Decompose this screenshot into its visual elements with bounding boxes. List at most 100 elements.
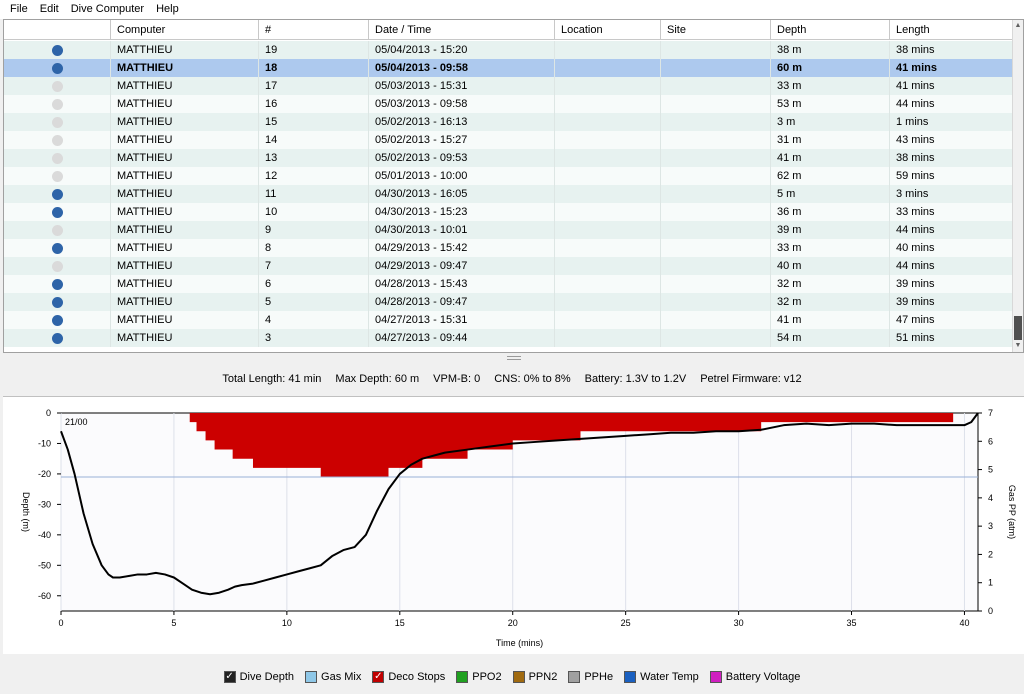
table-row[interactable]: MATTHIEU 11 04/30/2013 - 16:05 5 m 3 mins <box>4 185 1014 203</box>
y-axis-label: Depth (m) <box>21 492 31 532</box>
computer-cell: MATTHIEU <box>111 329 259 347</box>
menu-file[interactable]: File <box>4 0 34 19</box>
datetime-cell: 04/27/2013 - 09:44 <box>369 329 555 347</box>
legend-item-ppn2[interactable]: PPN2 <box>512 671 557 683</box>
location-cell <box>555 203 661 221</box>
dive-profile-chart[interactable]: 0 5 10 15 20 25 30 35 40 0 -10 -20 -30 -40 -50 -60 0 1 2 3 4… <box>3 396 1024 654</box>
number-cell: 15 <box>259 113 369 131</box>
chart-svg: 0 5 10 15 20 25 30 35 40 0 -10 -20 -30 -40 -50 -60 0 1 2 3 4… <box>21 408 1017 648</box>
table-row[interactable]: MATTHIEU 4 04/27/2013 - 15:31 41 m 47 mins <box>4 311 1014 329</box>
scroll-down-arrow-icon[interactable]: ▼ <box>1013 340 1023 352</box>
column-header-length[interactable]: Length <box>890 20 1014 40</box>
table-row[interactable]: MATTHIEU 6 04/28/2013 - 15:43 32 m 39 mins <box>4 275 1014 293</box>
legend-item-deco-stops[interactable]: ✓ Deco Stops <box>372 671 445 683</box>
number-cell: 11 <box>259 185 369 203</box>
scroll-up-arrow-icon[interactable]: ▲ <box>1013 20 1023 32</box>
table-row[interactable]: MATTHIEU 8 04/29/2013 - 15:42 33 m 40 mins <box>4 239 1014 257</box>
datetime-cell: 05/03/2013 - 09:58 <box>369 95 555 113</box>
legend-checkbox-icon[interactable] <box>456 671 469 683</box>
legend-checkbox-icon[interactable] <box>305 671 318 683</box>
status-dot-blue-icon <box>51 314 63 326</box>
scroll-thumb[interactable] <box>1014 316 1022 340</box>
depth-cell: 62 m <box>771 167 890 185</box>
legend-item-water-temp[interactable]: Water Temp <box>624 671 699 683</box>
menu-dive-computer[interactable]: Dive Computer <box>65 0 150 19</box>
datetime-cell: 05/02/2013 - 15:27 <box>369 131 555 149</box>
site-cell <box>661 59 771 77</box>
splitter-grip-icon[interactable] <box>507 356 521 360</box>
legend-item-dive-depth[interactable]: ✓ Dive Depth <box>223 671 294 683</box>
x-tick-label: 15 <box>395 618 405 628</box>
y2-tick-label: 3 <box>988 521 993 531</box>
datetime-cell: 04/28/2013 - 15:43 <box>369 275 555 293</box>
column-header-number[interactable]: # <box>259 20 369 40</box>
column-header-status[interactable] <box>4 20 111 40</box>
y-tick-label: -50 <box>38 560 51 570</box>
menu-edit[interactable]: Edit <box>34 0 65 19</box>
status-dot-gray-icon <box>51 152 63 164</box>
legend-checkbox-icon[interactable]: ✓ <box>372 671 385 683</box>
site-cell <box>661 203 771 221</box>
y2-tick-label: 2 <box>988 549 993 559</box>
pane-splitter[interactable] <box>0 353 1024 363</box>
table-row[interactable]: MATTHIEU 9 04/30/2013 - 10:01 39 m 44 mins <box>4 221 1014 239</box>
site-cell <box>661 293 771 311</box>
table-row[interactable]: MATTHIEU 3 04/27/2013 - 09:44 54 m 51 mins <box>4 329 1014 347</box>
legend-item-battery-voltage[interactable]: Battery Voltage <box>709 671 800 683</box>
table-row[interactable]: MATTHIEU 12 05/01/2013 - 10:00 62 m 59 mins <box>4 167 1014 185</box>
y-tick-label: -20 <box>38 469 51 479</box>
length-cell: 43 mins <box>896 134 935 146</box>
legend-item-gas-mix[interactable]: Gas Mix <box>305 671 361 683</box>
table-row[interactable]: MATTHIEU 19 05/04/2013 - 15:20 38 m 38 mins <box>4 41 1014 59</box>
column-header-computer[interactable]: Computer <box>111 20 259 40</box>
legend-item-ppo2[interactable]: PPO2 <box>456 671 502 683</box>
x-tick-label: 25 <box>621 618 631 628</box>
location-cell <box>555 95 661 113</box>
table-row[interactable]: MATTHIEU 16 05/03/2013 - 09:58 53 m 44 mins <box>4 95 1014 113</box>
length-cell: 38 mins <box>896 44 935 56</box>
legend-checkbox-icon[interactable] <box>624 671 637 683</box>
computer-cell: MATTHIEU <box>111 185 259 203</box>
location-cell <box>555 131 661 149</box>
datetime-cell: 04/30/2013 - 16:05 <box>369 185 555 203</box>
x-tick-label: 20 <box>508 618 518 628</box>
computer-cell: MATTHIEU <box>111 239 259 257</box>
datetime-cell: 04/27/2013 - 15:31 <box>369 311 555 329</box>
column-header-datetime[interactable]: Date / Time <box>369 20 555 40</box>
table-row[interactable]: MATTHIEU 15 05/02/2013 - 16:13 3 m 1 mins <box>4 113 1014 131</box>
table-row[interactable]: MATTHIEU 5 04/28/2013 - 09:47 32 m 39 mins <box>4 293 1014 311</box>
length-cell: 41 mins <box>896 80 935 92</box>
datetime-cell: 05/04/2013 - 15:20 <box>369 41 555 59</box>
datetime-cell: 05/02/2013 - 16:13 <box>369 113 555 131</box>
site-cell <box>661 131 771 149</box>
tooltip-label: 21/00 <box>65 417 88 427</box>
legend-checkbox-icon[interactable]: ✓ <box>223 671 236 683</box>
vertical-scrollbar[interactable]: ▲ ▼ <box>1012 20 1023 352</box>
number-cell: 5 <box>259 293 369 311</box>
length-cell: 40 mins <box>896 242 935 254</box>
table-header: Computer # Date / Time Location Site Dep… <box>4 20 1014 40</box>
column-header-site[interactable]: Site <box>661 20 771 40</box>
location-cell <box>555 257 661 275</box>
table-row[interactable]: MATTHIEU 17 05/03/2013 - 15:31 33 m 41 mins <box>4 77 1014 95</box>
legend-checkbox-icon[interactable] <box>709 671 722 683</box>
table-row[interactable]: MATTHIEU 10 04/30/2013 - 15:23 36 m 33 mins <box>4 203 1014 221</box>
status-dot-gray-icon <box>51 224 63 236</box>
menu-help[interactable]: Help <box>150 0 185 19</box>
legend-checkbox-icon[interactable] <box>568 671 581 683</box>
legend-item-pphe[interactable]: PPHe <box>568 671 613 683</box>
y-tick-label: -10 <box>38 438 51 448</box>
chart-legend: ✓ Dive Depth Gas Mix ✓ Deco Stops PPO2 PPN2 PPH… <box>0 666 1024 688</box>
table-row[interactable]: MATTHIEU 18 05/04/2013 - 09:58 60 m 41 mins <box>4 59 1014 77</box>
datetime-cell: 04/28/2013 - 09:47 <box>369 293 555 311</box>
status-dot-blue-icon <box>51 44 63 56</box>
depth-cell: 38 m <box>771 41 890 59</box>
computer-cell: MATTHIEU <box>111 203 259 221</box>
column-header-depth[interactable]: Depth <box>771 20 890 40</box>
table-row[interactable]: MATTHIEU 14 05/02/2013 - 15:27 31 m 43 mins <box>4 131 1014 149</box>
table-row[interactable]: MATTHIEU 7 04/29/2013 - 09:47 40 m 44 mins <box>4 257 1014 275</box>
y-tick-label: -30 <box>38 499 51 509</box>
legend-checkbox-icon[interactable] <box>512 671 525 683</box>
table-row[interactable]: MATTHIEU 13 05/02/2013 - 09:53 41 m 38 mins <box>4 149 1014 167</box>
column-header-location[interactable]: Location <box>555 20 661 40</box>
